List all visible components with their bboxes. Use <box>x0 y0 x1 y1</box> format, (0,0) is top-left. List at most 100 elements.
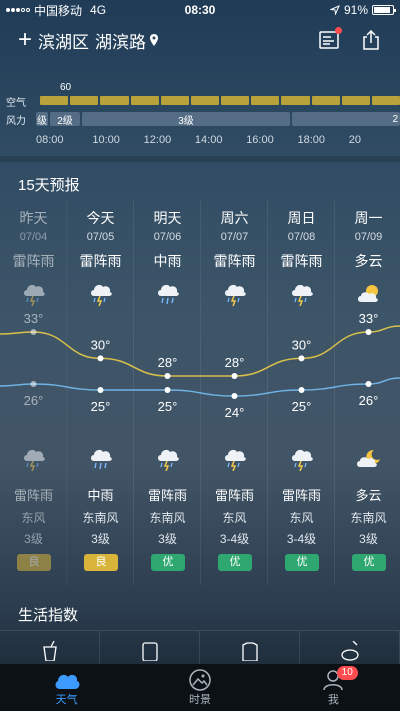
day-condition: 多云 <box>354 253 383 269</box>
share-button[interactable] <box>360 29 382 51</box>
section-divider <box>0 156 400 162</box>
signal-icon <box>6 8 30 12</box>
day-date: 07/06 <box>153 231 182 243</box>
thunder-rain-icon <box>88 282 114 307</box>
low-temperature-point <box>231 393 238 399</box>
high-temperature-point <box>231 373 238 379</box>
street-name[interactable]: 湖滨路 <box>95 28 146 53</box>
battery-percent: 91% <box>343 3 368 17</box>
tab-label: 天气 <box>55 693 78 706</box>
night-condition: 多云 <box>355 488 382 503</box>
hour-label: 10:00 <box>92 134 120 146</box>
wind-segment: 级 <box>36 112 48 127</box>
day-name: 今天 <box>86 210 115 226</box>
news-button[interactable] <box>318 27 342 51</box>
thunder-rain-icon <box>289 282 315 307</box>
wind-level: 3级 <box>24 532 43 546</box>
wind-direction: 东南风 <box>82 511 119 525</box>
life-index-title: 生活指数 <box>18 607 79 624</box>
day-name: 昨天 <box>19 210 48 226</box>
location-arrow-icon <box>329 5 340 15</box>
wind-segment: 2 <box>292 112 400 126</box>
high-temperature-point <box>298 355 305 362</box>
day-condition: 雷阵雨 <box>12 253 55 269</box>
add-city-icon[interactable]: + <box>18 28 32 52</box>
share-icon <box>363 29 379 50</box>
wind-segment: 2级 <box>50 112 80 127</box>
day-name: 周六 <box>220 210 249 226</box>
partly-cloudy-sun-icon <box>356 282 382 306</box>
high-temperature-point <box>164 373 171 379</box>
temperature-chart: 33° 30° 28° 28° 30° 33° 26° 25° 25° 24° 25° 26° <box>0 312 400 452</box>
wind-level: 3-4级 <box>219 532 250 546</box>
tab-weather[interactable]: 天气 <box>0 664 133 711</box>
low-temperature-point <box>365 381 372 387</box>
wind-segment: 3级 <box>82 112 290 127</box>
wind-direction: 东南风 <box>350 511 387 525</box>
photo-icon <box>189 668 211 691</box>
night-condition: 雷阵雨 <box>147 488 187 503</box>
hour-label: 18:00 <box>297 134 325 146</box>
hour-label: 12:00 <box>143 134 172 146</box>
district-name[interactable]: 滨湖区 <box>38 28 89 53</box>
life-index-tile[interactable] <box>100 630 200 665</box>
low-temperature-label: 25° <box>158 399 178 414</box>
day-name: 周一 <box>354 210 383 226</box>
high-temperature-label: 33° <box>24 312 44 326</box>
high-temperature-label: 33° <box>359 312 379 326</box>
location-header: + 滨湖区 湖滨路 <box>0 22 400 58</box>
rain-icon <box>155 282 181 306</box>
high-temperature-label: 28° <box>225 355 245 370</box>
tab-me[interactable]: 我 10 <box>267 664 400 711</box>
air-quality-badge: 优 <box>218 554 252 571</box>
hourly-forecast[interactable]: 空气 风力 60 级 2级 3级 2 08:00 10:00 12:00 14:… <box>0 58 400 154</box>
day-condition: 雷阵雨 <box>79 253 122 269</box>
card-icon <box>141 642 158 661</box>
low-temperature-line <box>0 377 400 397</box>
high-temperature-label: 30° <box>91 337 111 352</box>
low-temperature-label: 25° <box>91 399 111 414</box>
life-index-tile[interactable] <box>200 630 300 665</box>
daily-forecast[interactable]: 昨天 07/04 雷阵雨 雷阵雨 东风 3级良今天 07/05 雷阵雨 中雨 东南风 3级良明天 07… <box>0 200 400 585</box>
wind-direction: 东南风 <box>149 511 186 525</box>
network-type: 4G <box>90 3 107 17</box>
low-temperature-label: 25° <box>292 399 312 414</box>
hour-labels: 08:00 10:00 12:00 14:00 16:00 18:00 20 <box>36 134 400 146</box>
thunder-rain-icon <box>21 282 47 307</box>
drink-icon <box>42 641 57 661</box>
wind-direction: 东风 <box>289 511 314 525</box>
air-quality-badge: 良 <box>84 554 118 571</box>
low-temperature-point <box>164 387 171 393</box>
forecast-title: 15天预报 <box>18 177 80 194</box>
hour-label: 14:00 <box>194 134 223 146</box>
location-pin-icon <box>150 34 159 46</box>
life-index-section: 生活指数 <box>0 590 400 665</box>
notification-dot <box>335 27 342 34</box>
night-condition: 雷阵雨 <box>281 488 321 503</box>
high-temperature-label: 30° <box>292 337 312 352</box>
tab-bar: 天气 时景 我 10 <box>0 664 400 711</box>
wind-direction: 东风 <box>222 511 247 525</box>
battery-icon <box>372 5 396 15</box>
aqi-bar <box>40 96 400 105</box>
day-name: 周日 <box>287 210 316 226</box>
life-index-tile[interactable] <box>300 630 400 665</box>
wind-direction: 东风 <box>21 511 46 525</box>
wind-level: 3级 <box>359 532 378 546</box>
day-date: 07/07 <box>220 231 249 243</box>
wind-level: 3级 <box>91 532 110 546</box>
day-date: 07/05 <box>86 231 115 243</box>
low-temperature-point <box>30 381 37 387</box>
day-name: 明天 <box>153 210 182 226</box>
tab-label: 我 <box>327 693 339 706</box>
day-date: 07/08 <box>287 231 316 243</box>
hour-label: 08:00 <box>36 134 64 146</box>
hour-label: 16:00 <box>246 134 274 146</box>
air-quality-badge: 优 <box>151 554 185 571</box>
night-condition: 雷阵雨 <box>13 488 53 503</box>
life-index-tile[interactable] <box>0 630 100 665</box>
air-quality-badge: 优 <box>352 554 386 571</box>
tab-scenes[interactable]: 时景 <box>133 664 266 711</box>
aqi-value: 60 <box>60 82 72 93</box>
cloud-icon <box>55 674 80 689</box>
